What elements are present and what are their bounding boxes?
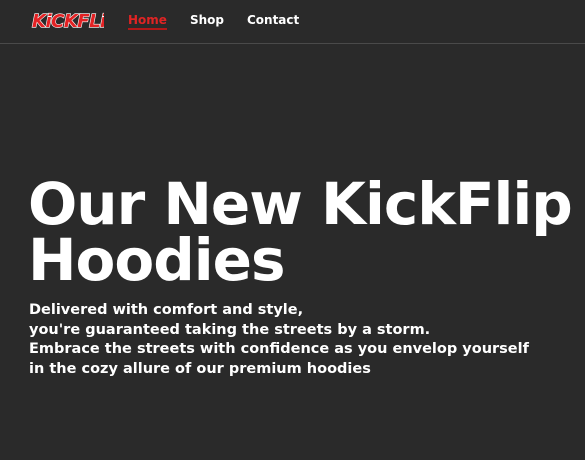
hero-description-line-2: you're guaranteed taking the streets by … [29, 321, 431, 338]
navbar: KiCKFLiP Home Shop Contact [0, 0, 585, 44]
hero-title-line-1: Our New KickFlip [28, 176, 573, 238]
brand-logo[interactable]: KiCKFLiP [30, 9, 119, 33]
hero-title-line-2: Hoodies [28, 226, 286, 288]
kickflip-logo-icon: KiCKFLiP [31, 10, 119, 32]
hero-description-line-4: in the cozy allure of our premium hoodie… [29, 360, 371, 377]
logo-text: KiCKFLiP [32, 11, 104, 32]
nav-home-link[interactable]: Home [128, 12, 167, 30]
hero-title: Our New KickFlip Hoodies [28, 176, 585, 288]
hero-description: Delivered with comfort and style, you're… [29, 301, 569, 379]
hero-description-line-1: Delivered with comfort and style, [29, 302, 304, 318]
main-nav: Home Shop Contact [128, 12, 299, 30]
nav-shop-link[interactable]: Shop [190, 12, 224, 28]
hero-description-line-3: Embrace the streets with confidence as y… [29, 341, 529, 357]
nav-contact-link[interactable]: Contact [247, 12, 299, 28]
